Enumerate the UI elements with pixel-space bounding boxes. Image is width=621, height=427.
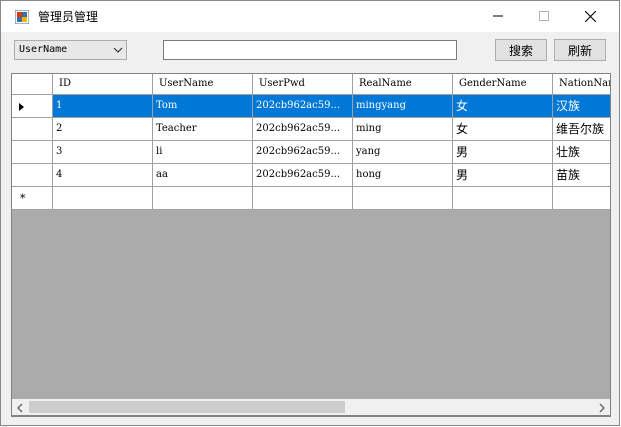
cell-realname[interactable]: hong — [353, 164, 453, 187]
cell-username[interactable]: li — [153, 141, 253, 164]
cell-username[interactable]: aa — [153, 164, 253, 187]
grid-header-row: ID UserName UserPwd RealName GenderName … — [12, 74, 610, 95]
cell-userpwd[interactable] — [253, 187, 353, 210]
minimize-button[interactable] — [475, 1, 521, 31]
cell-gender[interactable] — [453, 187, 553, 210]
close-icon — [584, 10, 596, 22]
cell-nation[interactable]: 汉族 — [553, 95, 610, 118]
cell-nation[interactable]: 苗族 — [553, 164, 610, 187]
cell-nation[interactable] — [553, 187, 610, 210]
minimize-icon — [493, 15, 503, 17]
title-bar[interactable]: 管理员管理 — [1, 1, 619, 32]
cell-id[interactable] — [53, 187, 153, 210]
chevron-down-icon — [113, 47, 123, 53]
cell-id[interactable]: 3 — [53, 141, 153, 164]
column-header-gendername[interactable]: GenderName — [453, 74, 553, 95]
column-header-username[interactable]: UserName — [153, 74, 253, 95]
table-row[interactable]: 3 li 202cb962ac59... yang 男 壮族 — [12, 141, 610, 164]
cell-userpwd[interactable]: 202cb962ac59... — [253, 164, 353, 187]
cell-gender[interactable]: 女 — [453, 118, 553, 141]
header-corner[interactable] — [12, 74, 53, 95]
window-title: 管理员管理 — [38, 10, 99, 24]
cell-realname[interactable]: ming — [353, 118, 453, 141]
new-row[interactable]: * — [12, 187, 610, 210]
cell-userpwd[interactable]: 202cb962ac59... — [253, 118, 353, 141]
horizontal-scrollbar[interactable] — [11, 399, 611, 416]
cell-realname[interactable]: mingyang — [353, 95, 453, 118]
cell-userpwd[interactable]: 202cb962ac59... — [253, 95, 353, 118]
cell-realname[interactable] — [353, 187, 453, 210]
close-button[interactable] — [567, 1, 613, 31]
cell-nation[interactable]: 壮族 — [553, 141, 610, 164]
cell-gender[interactable]: 男 — [453, 141, 553, 164]
row-header[interactable] — [12, 118, 53, 141]
new-row-marker: * — [20, 192, 26, 205]
column-header-nationname[interactable]: NationNam — [553, 74, 610, 95]
maximize-button[interactable] — [521, 1, 567, 31]
refresh-button[interactable]: 刷新 — [554, 39, 606, 61]
row-header[interactable] — [12, 164, 53, 187]
cell-username[interactable]: Tom — [153, 95, 253, 118]
chevron-right-icon[interactable] — [596, 402, 608, 414]
cell-realname[interactable]: yang — [353, 141, 453, 164]
cell-username[interactable] — [153, 187, 253, 210]
column-header-realname[interactable]: RealName — [353, 74, 453, 95]
cell-username[interactable]: Teacher — [153, 118, 253, 141]
table-row[interactable]: 4 aa 202cb962ac59... hong 男 苗族 — [12, 164, 610, 187]
chevron-left-icon[interactable] — [14, 402, 26, 414]
field-select[interactable]: UserName — [14, 40, 127, 60]
admin-data-grid[interactable]: ID UserName UserPwd RealName GenderName … — [11, 73, 611, 417]
cell-id[interactable]: 4 — [53, 164, 153, 187]
row-header[interactable] — [12, 95, 53, 118]
cell-gender[interactable]: 男 — [453, 164, 553, 187]
cell-id[interactable]: 1 — [53, 95, 153, 118]
column-header-userpwd[interactable]: UserPwd — [253, 74, 353, 95]
field-select-value: UserName — [19, 44, 68, 55]
column-header-id[interactable]: ID — [53, 74, 153, 95]
row-header[interactable]: * — [12, 187, 53, 210]
admin-management-window: 管理员管理 UserName 搜索 刷新 ID UserName UserPwd… — [0, 0, 620, 426]
row-header[interactable] — [12, 141, 53, 164]
table-row[interactable]: 1 Tom 202cb962ac59... mingyang 女 汉族 — [12, 95, 610, 118]
cell-gender[interactable]: 女 — [453, 95, 553, 118]
app-icon — [15, 10, 29, 24]
table-row[interactable]: 2 Teacher 202cb962ac59... ming 女 维吾尔族 — [12, 118, 610, 141]
cell-userpwd[interactable]: 202cb962ac59... — [253, 141, 353, 164]
cell-nation[interactable]: 维吾尔族 — [553, 118, 610, 141]
row-pointer-icon — [19, 103, 24, 111]
maximize-icon — [539, 11, 549, 21]
cell-id[interactable]: 2 — [53, 118, 153, 141]
search-input[interactable] — [163, 40, 457, 60]
search-toolbar: UserName 搜索 刷新 — [1, 32, 619, 72]
scrollbar-thumb[interactable] — [29, 401, 345, 413]
search-button[interactable]: 搜索 — [495, 39, 547, 61]
